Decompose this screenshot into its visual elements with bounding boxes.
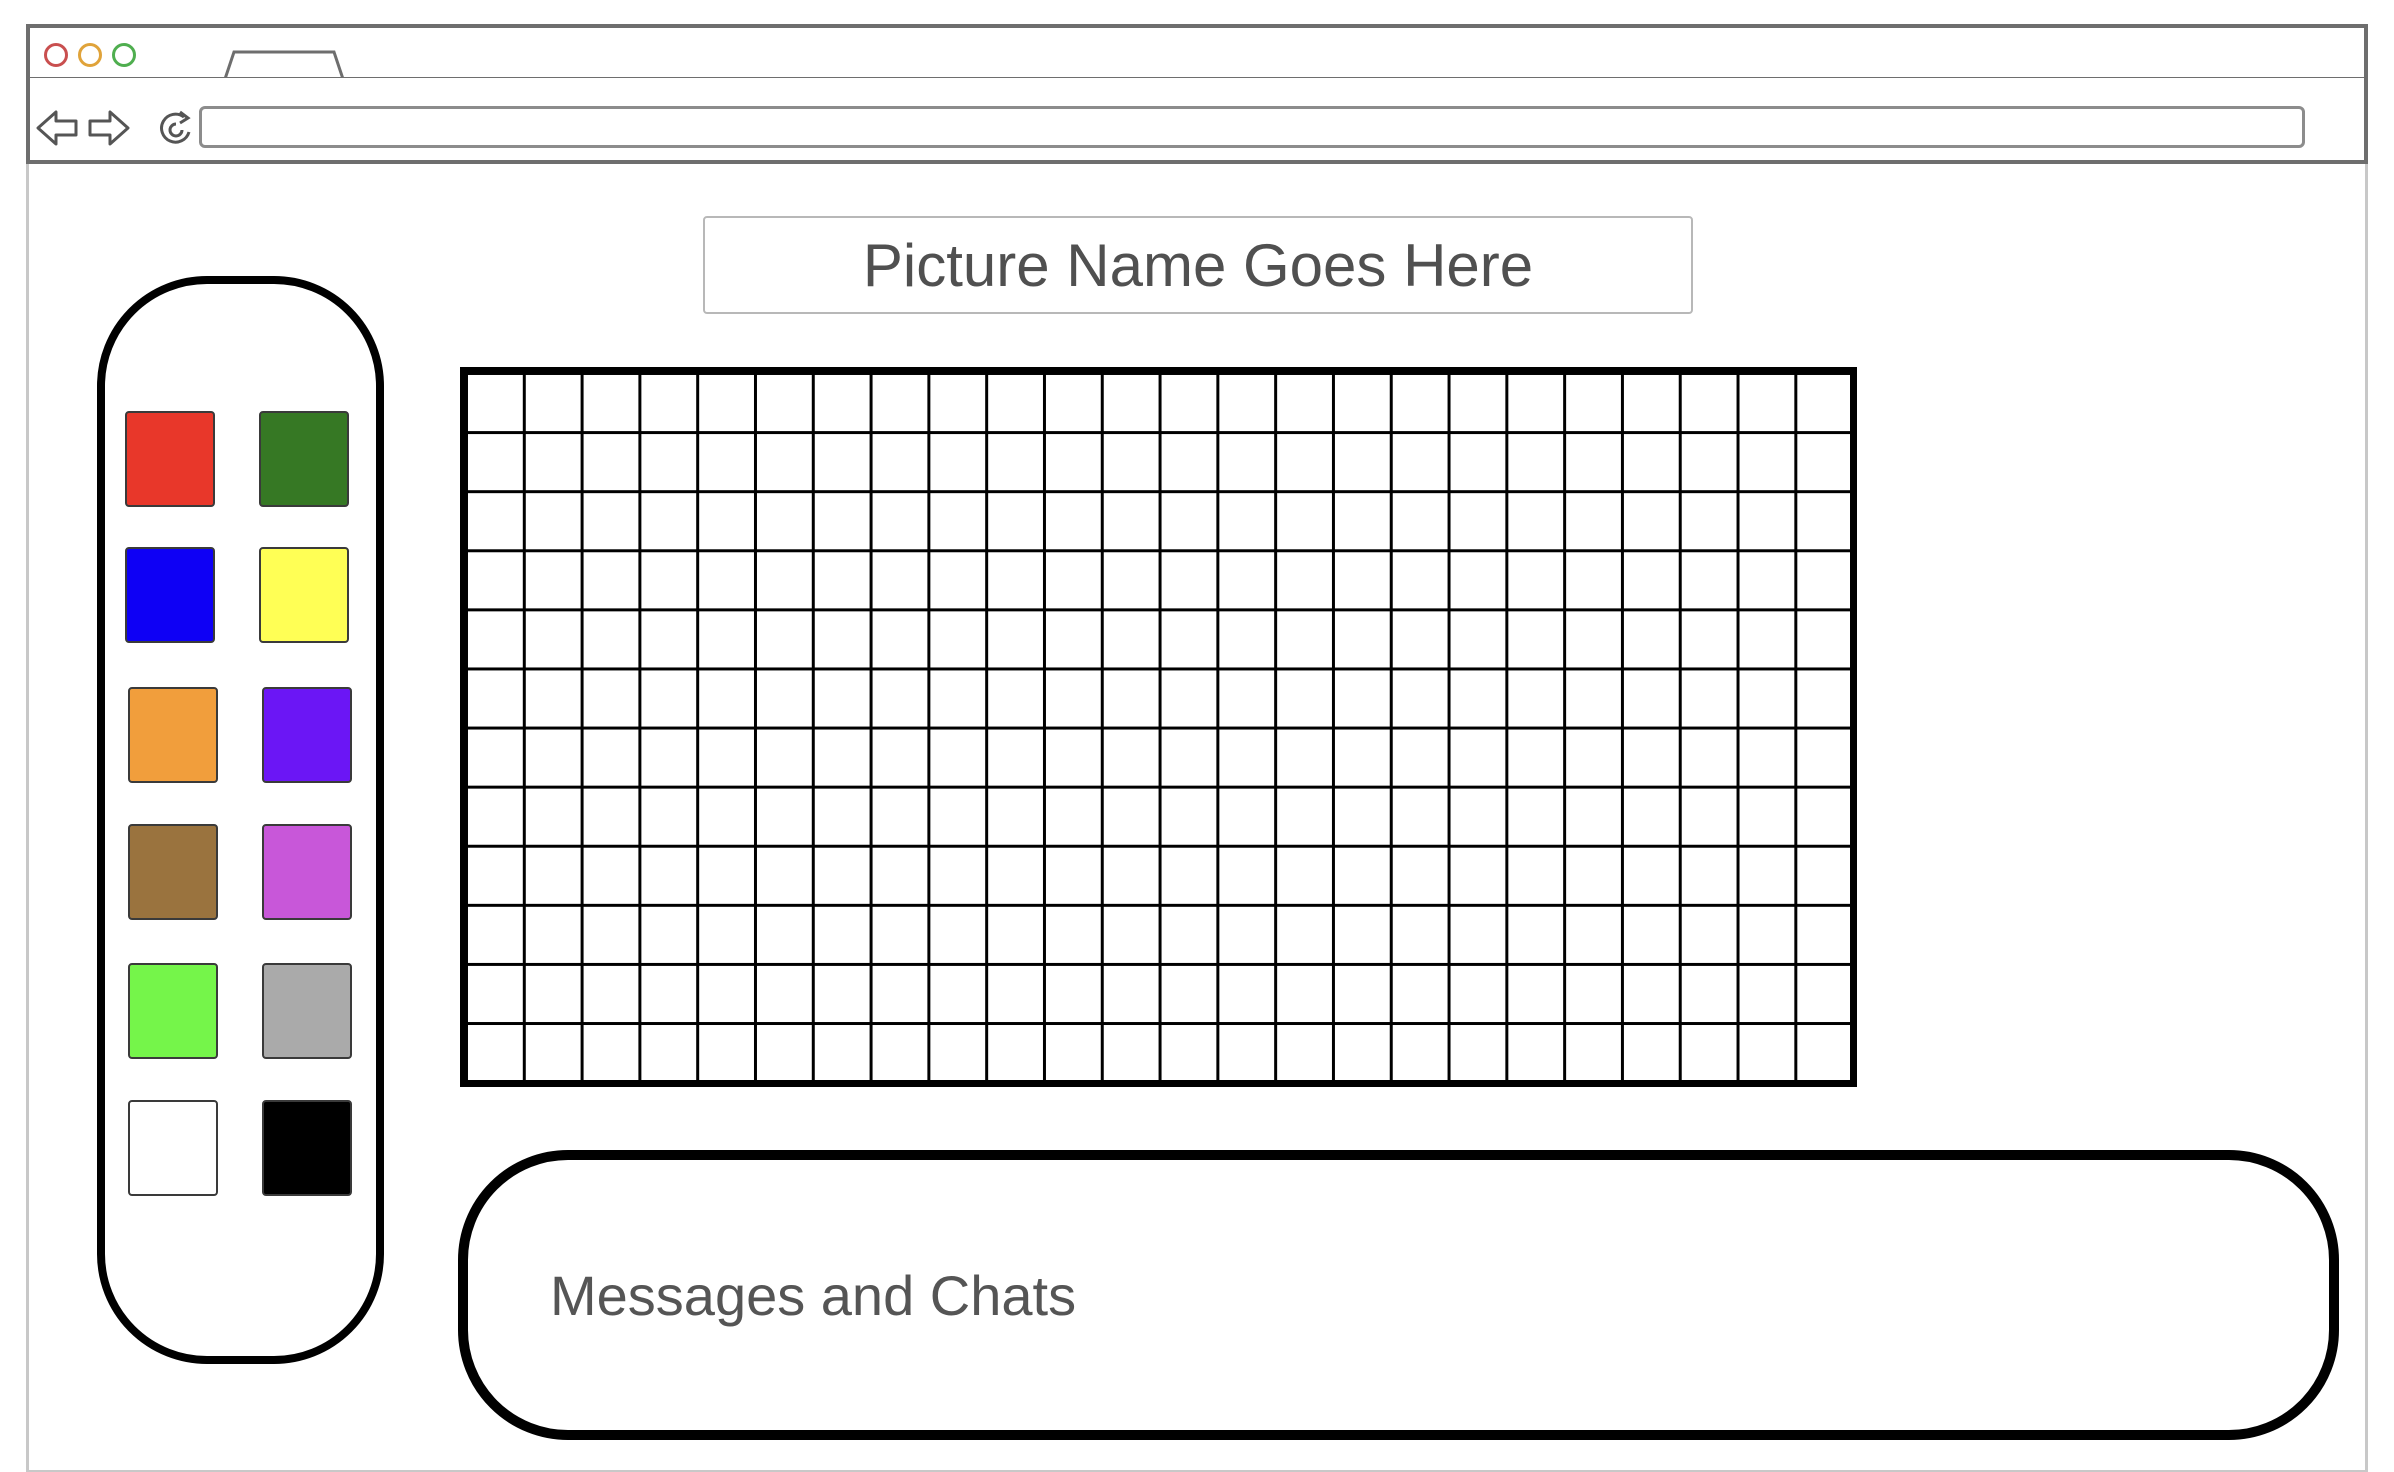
tab-bar: [26, 24, 2368, 80]
close-window-button[interactable]: [44, 43, 68, 67]
address-bar[interactable]: [199, 106, 2305, 148]
color-swatch-red[interactable]: [125, 411, 215, 507]
messages-panel[interactable]: Messages and Chats: [458, 1150, 2339, 1440]
back-arrow-icon[interactable]: [36, 108, 80, 148]
picture-name-field[interactable]: Picture Name Goes Here: [703, 216, 1693, 314]
messages-label: Messages and Chats: [550, 1263, 1077, 1327]
forward-arrow-icon[interactable]: [86, 108, 130, 148]
color-swatch-violet[interactable]: [262, 687, 352, 783]
color-swatch-blue[interactable]: [125, 547, 215, 643]
color-swatch-light-green[interactable]: [128, 963, 218, 1059]
color-swatch-magenta[interactable]: [262, 824, 352, 920]
color-swatch-dark-green[interactable]: [259, 411, 349, 507]
pixel-grid-canvas[interactable]: [460, 367, 1857, 1087]
color-swatch-black[interactable]: [262, 1100, 352, 1196]
color-swatch-yellow[interactable]: [259, 547, 349, 643]
reload-icon[interactable]: [156, 108, 196, 148]
color-swatch-white[interactable]: [128, 1100, 218, 1196]
maximize-window-button[interactable]: [112, 43, 136, 67]
minimize-window-button[interactable]: [78, 43, 102, 67]
color-swatch-gray[interactable]: [262, 963, 352, 1059]
color-swatch-brown[interactable]: [128, 824, 218, 920]
color-swatch-orange[interactable]: [128, 687, 218, 783]
picture-name-text: Picture Name Goes Here: [862, 231, 1534, 299]
